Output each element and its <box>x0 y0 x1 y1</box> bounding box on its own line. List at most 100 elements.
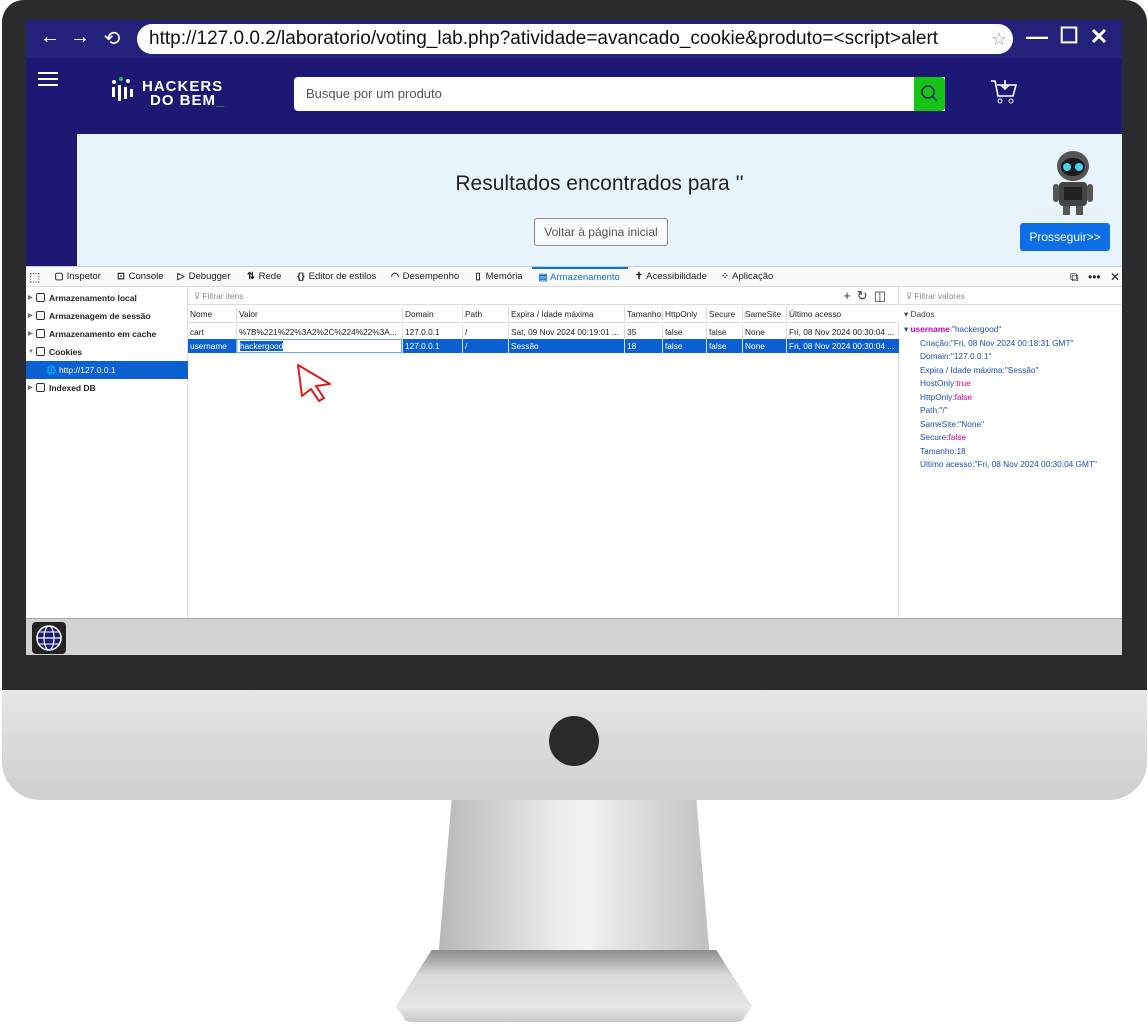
cookie-table: ⊽ Filtrar itens +↻◫ Nome Valor Domain Pa… <box>188 287 899 619</box>
globe-icon <box>36 625 62 651</box>
detail-line: Domain:"127.0.0.1" <box>920 351 992 361</box>
table-row[interactable]: cart %7B%221%22%3A2%2C%224%22%3A... 127.… <box>188 325 899 339</box>
detail-line: Path:"/" <box>920 405 948 415</box>
taskbar <box>26 618 1122 655</box>
data-section-header[interactable]: ▾ Dados <box>900 305 1122 323</box>
table-header: Nome Valor Domain Path Expira / Idade má… <box>188 305 899 323</box>
element-picker-icon[interactable]: ⬚ <box>29 267 40 287</box>
tab-network[interactable]: ⇅ Rede <box>246 267 281 287</box>
devtools-panel: ⬚ ▢ Inspetor ⊡ Console ▷ Debugger ⇅ Rede… <box>26 266 1122 619</box>
column-header[interactable]: Tamanho <box>624 307 662 321</box>
url-bar[interactable]: http://127.0.0.2/laboratorio/voting_lab.… <box>137 24 1013 54</box>
logo-line-2: DO BEM_ <box>150 92 226 109</box>
cell-path: / <box>462 325 508 339</box>
taskbar-globe-button[interactable] <box>32 622 66 654</box>
column-header[interactable]: Domain <box>402 307 462 321</box>
url-text: http://127.0.0.2/laboratorio/voting_lab.… <box>149 28 939 49</box>
globe-icon: 🌐 <box>46 365 59 375</box>
cell-secure: false <box>706 325 742 339</box>
monitor-logo <box>549 716 599 766</box>
detail-line: Criação:"Fri, 08 Nov 2024 00:18:31 GMT" <box>920 337 1074 348</box>
column-header[interactable]: Expira / Idade máxima <box>508 307 624 321</box>
column-header[interactable]: Último acesso <box>786 307 899 321</box>
hamburger-menu-icon[interactable] <box>38 72 58 86</box>
detail-root[interactable]: ▾ username:"hackergood" <box>900 323 1122 337</box>
monitor-stand-neck <box>438 800 710 960</box>
robot-mascot-icon <box>1053 151 1093 215</box>
detail-line: Secure:false <box>920 432 967 442</box>
table-actions: +↻◫ <box>843 287 892 305</box>
column-header[interactable]: Path <box>462 307 508 321</box>
search-button[interactable] <box>914 77 945 111</box>
sidebar-strip <box>26 134 77 266</box>
column-header[interactable]: Valor <box>236 307 402 321</box>
tab-style-editor[interactable]: {} Editor de estilos <box>296 267 376 287</box>
mouse-cursor-icon <box>297 364 331 402</box>
back-home-button[interactable]: Voltar à página inicial <box>534 218 668 246</box>
maximize-icon[interactable]: ☐ <box>1054 23 1084 49</box>
tab-inspector[interactable]: ▢ Inspetor <box>54 267 101 287</box>
proceed-button[interactable]: Prosseguir>> <box>1020 223 1110 251</box>
cell-name: cart <box>190 327 204 337</box>
column-header[interactable]: HttpOnly <box>662 307 706 321</box>
column-header[interactable]: SameSite <box>742 307 786 321</box>
browser-toolbar: ← → ⟲ http://127.0.0.2/laboratorio/votin… <box>26 20 1122 58</box>
results-banner: Resultados encontrados para '' Voltar à … <box>77 134 1122 266</box>
cell-samesite: None <box>742 325 786 339</box>
search-input[interactable]: Busque por um produto <box>294 77 945 111</box>
screen: ← → ⟲ http://127.0.0.2/laboratorio/votin… <box>26 20 1122 655</box>
reload-icon[interactable]: ⟲ <box>96 26 128 51</box>
back-arrow-icon[interactable]: ← <box>34 26 66 49</box>
tab-memory[interactable]: ▯ Memória <box>473 267 522 287</box>
tree-item-cache-storage[interactable]: ▶ Armazenamento em cache <box>26 325 188 343</box>
close-icon[interactable]: ✕ <box>1084 24 1114 50</box>
tree-item-local-storage[interactable]: ▶ Armazenamento local <box>26 289 188 307</box>
detail-line: HostOnly:true <box>920 378 971 388</box>
dock-icon[interactable]: ⧉ <box>1070 267 1079 287</box>
sidebar-toggle-icon[interactable]: ◫ <box>874 288 892 303</box>
tab-performance[interactable]: ◠ Desempenho <box>390 267 459 287</box>
cell-domain: 127.0.0.1 <box>402 339 462 353</box>
cell-value-editor[interactable]: hackergood <box>236 339 402 353</box>
detail-line: Último acesso:"Fri, 08 Nov 2024 00:30:04… <box>920 459 1097 469</box>
cell-value: %7B%221%22%3A2%2C%224%22%3A... <box>236 325 402 339</box>
more-options-icon[interactable]: ••• <box>1088 267 1101 287</box>
devtools-close-icon[interactable]: ✕ <box>1110 267 1120 287</box>
cell-path: / <box>462 339 508 353</box>
logo-mark-icon <box>112 77 133 101</box>
bookmark-star-icon[interactable]: ☆ <box>991 24 1007 54</box>
monitor-stand-foot <box>396 950 752 1022</box>
detail-line: SameSite:"None" <box>920 418 985 429</box>
cell-expires: Sat, 09 Nov 2024 00:19:01 ... <box>508 325 624 339</box>
cell-size: 18 <box>624 339 662 353</box>
tab-accessibility[interactable]: ✝ Acessibilidade <box>634 267 707 287</box>
minimize-icon[interactable]: — <box>1022 24 1052 50</box>
detail-line: Tamanho:18 <box>920 445 966 456</box>
column-header[interactable]: Nome <box>188 307 236 321</box>
detail-line: Expira / Idade máxima:"Sessão" <box>920 364 1039 375</box>
cell-size: 35 <box>624 325 662 339</box>
column-header[interactable]: Secure <box>706 307 742 321</box>
cell-domain: 127.0.0.1 <box>402 325 462 339</box>
tree-item-session-storage[interactable]: ▶ Armazenagem de sessão <box>26 307 188 325</box>
refresh-icon[interactable]: ↻ <box>857 288 874 303</box>
devtools-toolbar: ⬚ ▢ Inspetor ⊡ Console ▷ Debugger ⇅ Rede… <box>26 267 1122 287</box>
tree-item-cookie-host[interactable]: 🌐 http://127.0.0.1 <box>26 361 188 379</box>
tab-storage[interactable]: ▤ Armazenamento <box>532 267 628 287</box>
forward-arrow-icon[interactable]: → <box>64 26 96 49</box>
add-icon[interactable]: + <box>843 288 857 303</box>
cell-expires: Sessão <box>508 339 624 353</box>
filter-values-input[interactable]: ⊽ Filtrar valores <box>900 287 1122 305</box>
tab-debugger[interactable]: ▷ Debugger <box>176 267 230 287</box>
tree-item-cookies[interactable]: ▼ Cookies <box>26 343 188 361</box>
filter-items-input[interactable]: ⊽ Filtrar itens <box>188 287 899 305</box>
tab-console[interactable]: ⊡ Console <box>116 267 163 287</box>
cell-secure: false <box>706 339 742 353</box>
tab-application[interactable]: ⁘ Aplicação <box>720 267 773 287</box>
cell-last-access: Fri, 08 Nov 2024 00:30:04 ... <box>786 339 899 353</box>
tree-item-indexed-db[interactable]: ▶ Indexed DB <box>26 379 188 397</box>
cell-httponly: false <box>662 325 706 339</box>
table-row-selected[interactable]: username hackergood 127.0.0.1 / Sessão 1… <box>188 339 899 353</box>
search-icon <box>921 85 938 102</box>
cart-icon[interactable] <box>988 76 1020 108</box>
